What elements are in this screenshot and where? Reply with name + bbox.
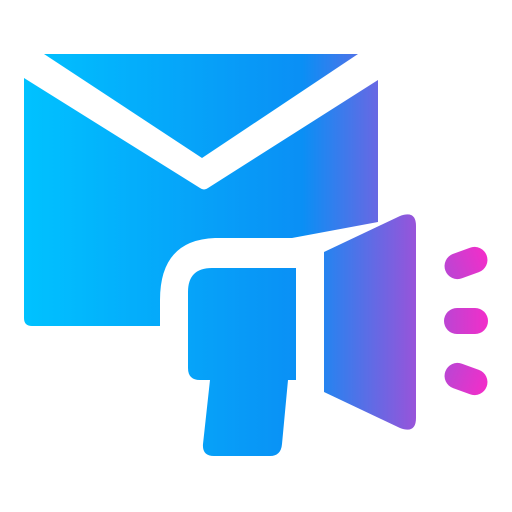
megaphone-handle <box>188 268 296 456</box>
megaphone-horn <box>324 214 416 430</box>
icon-canvas <box>0 0 512 512</box>
sound-wave-bottom <box>444 362 488 396</box>
sound-wave-middle <box>444 308 488 334</box>
sound-waves-icon <box>444 246 488 396</box>
megaphone-icon <box>188 214 416 456</box>
sound-wave-top <box>444 246 488 280</box>
email-marketing-megaphone-icon <box>24 54 488 456</box>
